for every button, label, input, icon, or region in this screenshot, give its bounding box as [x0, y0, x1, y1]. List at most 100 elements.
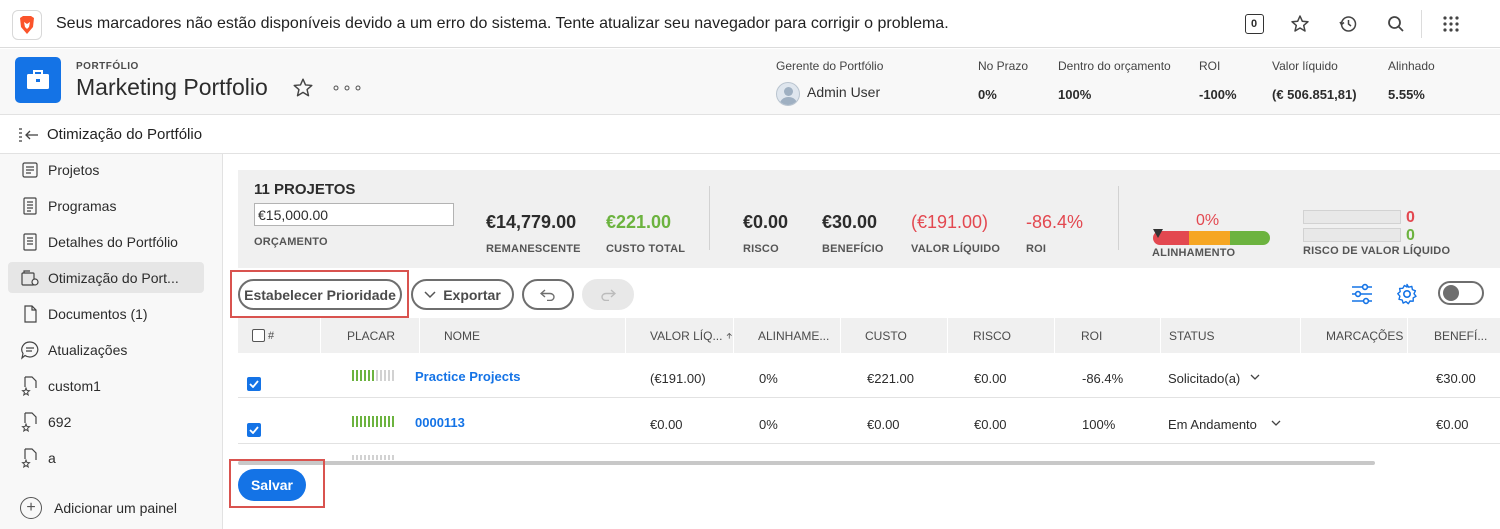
cell-status: Em Andamento — [1168, 417, 1257, 432]
bookmark-star-icon[interactable] — [1289, 13, 1311, 35]
export-label: Exportar — [443, 286, 501, 303]
column-score[interactable]: PLACAR — [321, 318, 420, 353]
net-value-caption: VALOR LÍQUIDO — [911, 243, 1001, 255]
table-row[interactable]: 0000113 €0.00 0% €0.00 €0.00 100% Em And… — [238, 399, 1500, 444]
portfolio-header: PORTFÓLIO Marketing Portfolio ∘∘∘ Gerent… — [0, 49, 1500, 115]
browser-notice-bar: Seus marcadores não estão disponíveis de… — [0, 0, 1500, 48]
column-header-label: MARCAÇÕES — [1326, 328, 1404, 343]
gear-icon[interactable] — [1394, 281, 1420, 307]
chevron-down-icon — [1271, 420, 1280, 426]
column-header-label: PLACAR — [347, 328, 396, 343]
favorite-star-icon[interactable] — [292, 77, 314, 104]
net-value-risk-top: 0 — [1406, 209, 1415, 226]
sidebar-item-programs[interactable]: Programas — [8, 190, 204, 221]
benefit-value: €30.00 — [822, 212, 878, 232]
export-button[interactable]: Exportar — [411, 279, 514, 310]
column-tags[interactable]: MARCAÇÕES — [1301, 318, 1408, 353]
alignment-gauge — [1153, 231, 1270, 245]
column-header-label: VALOR LÍQ... — [650, 328, 723, 343]
column-alignment[interactable]: ALINHAME... — [734, 318, 841, 353]
column-risk[interactable]: RISCO — [948, 318, 1055, 353]
sidebar-item-projects[interactable]: Projetos — [8, 154, 204, 185]
checkmark-icon — [249, 380, 259, 388]
score-bar — [352, 416, 394, 427]
budget-input[interactable] — [254, 203, 454, 226]
sidebar-item-a[interactable]: a — [8, 442, 204, 473]
sidebar-item-692[interactable]: 692 — [8, 406, 204, 437]
more-options-icon[interactable]: ∘∘∘ — [331, 78, 364, 98]
score-bar — [352, 370, 394, 381]
project-name-link[interactable]: 0000113 — [415, 415, 465, 430]
row-checkbox[interactable] — [247, 377, 261, 391]
chevron-down-icon — [424, 290, 436, 298]
column-header-label: RISCO — [973, 328, 1012, 343]
divider — [709, 186, 710, 250]
horizontal-scrollbar[interactable] — [238, 461, 1375, 465]
metric-roi-label: ROI — [1199, 59, 1221, 73]
sidebar-item-documents[interactable]: Documentos (1) — [8, 298, 204, 329]
gauge-orange-segment — [1189, 231, 1230, 245]
tab-counter-icon[interactable]: 0 — [1243, 13, 1265, 35]
redo-button[interactable] — [582, 279, 634, 310]
avatar — [776, 82, 800, 106]
budget-caption: ORÇAMENTO — [254, 236, 328, 248]
sidebar-item-label: Detalhes do Portfólio — [48, 233, 178, 250]
remaining-value: €14,779.00 — [486, 212, 577, 232]
metric-aligned-label: Alinhado — [1388, 59, 1435, 73]
cell-status: Solicitado(a) — [1168, 371, 1241, 386]
highlight-box-save — [229, 459, 325, 508]
cell-net-value: (€191.00) — [650, 371, 706, 386]
optimizer-icon — [19, 267, 41, 289]
column-net-value[interactable]: VALOR LÍQ... — [626, 318, 734, 353]
notice-message: Seus marcadores não estão disponíveis de… — [56, 15, 949, 32]
cell-alignment: 0% — [759, 371, 778, 386]
column-name[interactable]: NOME — [420, 318, 626, 353]
collapse-panel-icon[interactable] — [18, 127, 40, 148]
cell-risk: €0.00 — [974, 417, 1007, 432]
apps-grid-icon[interactable] — [1440, 13, 1462, 35]
cell-cost: €0.00 — [867, 417, 900, 432]
cell-net-value: €0.00 — [650, 417, 683, 432]
select-all-checkbox[interactable] — [252, 329, 265, 342]
net-value-risk-bottom: 0 — [1406, 227, 1415, 244]
sidebar-item-custom1[interactable]: custom1 — [8, 370, 204, 401]
sidebar-item-label: a — [48, 449, 56, 466]
column-header-label: BENEFÍ... — [1434, 328, 1488, 343]
metric-aligned-value: 5.55% — [1388, 87, 1425, 102]
sliders-filter-icon[interactable] — [1349, 281, 1375, 307]
risk-value: €0.00 — [743, 212, 789, 232]
column-benefit[interactable]: BENEFÍ... — [1408, 318, 1500, 353]
remaining-caption: REMANESCENTE — [486, 243, 581, 255]
search-icon[interactable] — [1385, 13, 1407, 35]
sidebar-item-optimizer[interactable]: Otimização do Port... — [8, 262, 204, 293]
column-status[interactable]: STATUS — [1161, 318, 1301, 353]
sidebar-item-details[interactable]: Detalhes do Portfólio — [8, 226, 204, 257]
status-dropdown[interactable]: Em Andamento — [1168, 417, 1281, 432]
column-select[interactable]: # — [238, 318, 321, 353]
column-header-label: ROI — [1081, 328, 1103, 343]
checkmark-icon — [249, 426, 259, 434]
net-value-risk-bar-bottom — [1303, 228, 1401, 242]
history-icon[interactable] — [1337, 13, 1359, 35]
metric-budget-label: Dentro do orçamento — [1058, 59, 1171, 73]
column-header-label: ALINHAME... — [758, 328, 830, 343]
add-panel-button[interactable]: + Adicionar um painel — [20, 497, 177, 519]
column-roi[interactable]: ROI — [1055, 318, 1161, 353]
undo-icon — [540, 288, 555, 301]
alignment-value: 0% — [1196, 212, 1220, 229]
roi-caption: ROI — [1026, 243, 1047, 255]
alignment-caption: ALINHAMENTO — [1152, 247, 1236, 259]
project-name-link[interactable]: Practice Projects — [415, 369, 521, 384]
table-row[interactable]: Practice Projects (€191.00) 0% €221.00 €… — [238, 353, 1500, 398]
column-header-label: CUSTO — [865, 328, 907, 343]
row-checkbox[interactable] — [247, 423, 261, 437]
manager-name[interactable]: Admin User — [807, 84, 880, 100]
sidebar-item-label: custom1 — [48, 377, 101, 394]
sidebar-item-updates[interactable]: Atualizações — [8, 334, 204, 365]
status-dropdown[interactable]: Solicitado(a) — [1168, 371, 1260, 386]
undo-button[interactable] — [522, 279, 574, 310]
view-toggle-switch[interactable] — [1438, 281, 1484, 305]
brave-lion-icon — [12, 10, 42, 40]
column-cost[interactable]: CUSTO — [841, 318, 948, 353]
cell-risk: €0.00 — [974, 371, 1007, 386]
